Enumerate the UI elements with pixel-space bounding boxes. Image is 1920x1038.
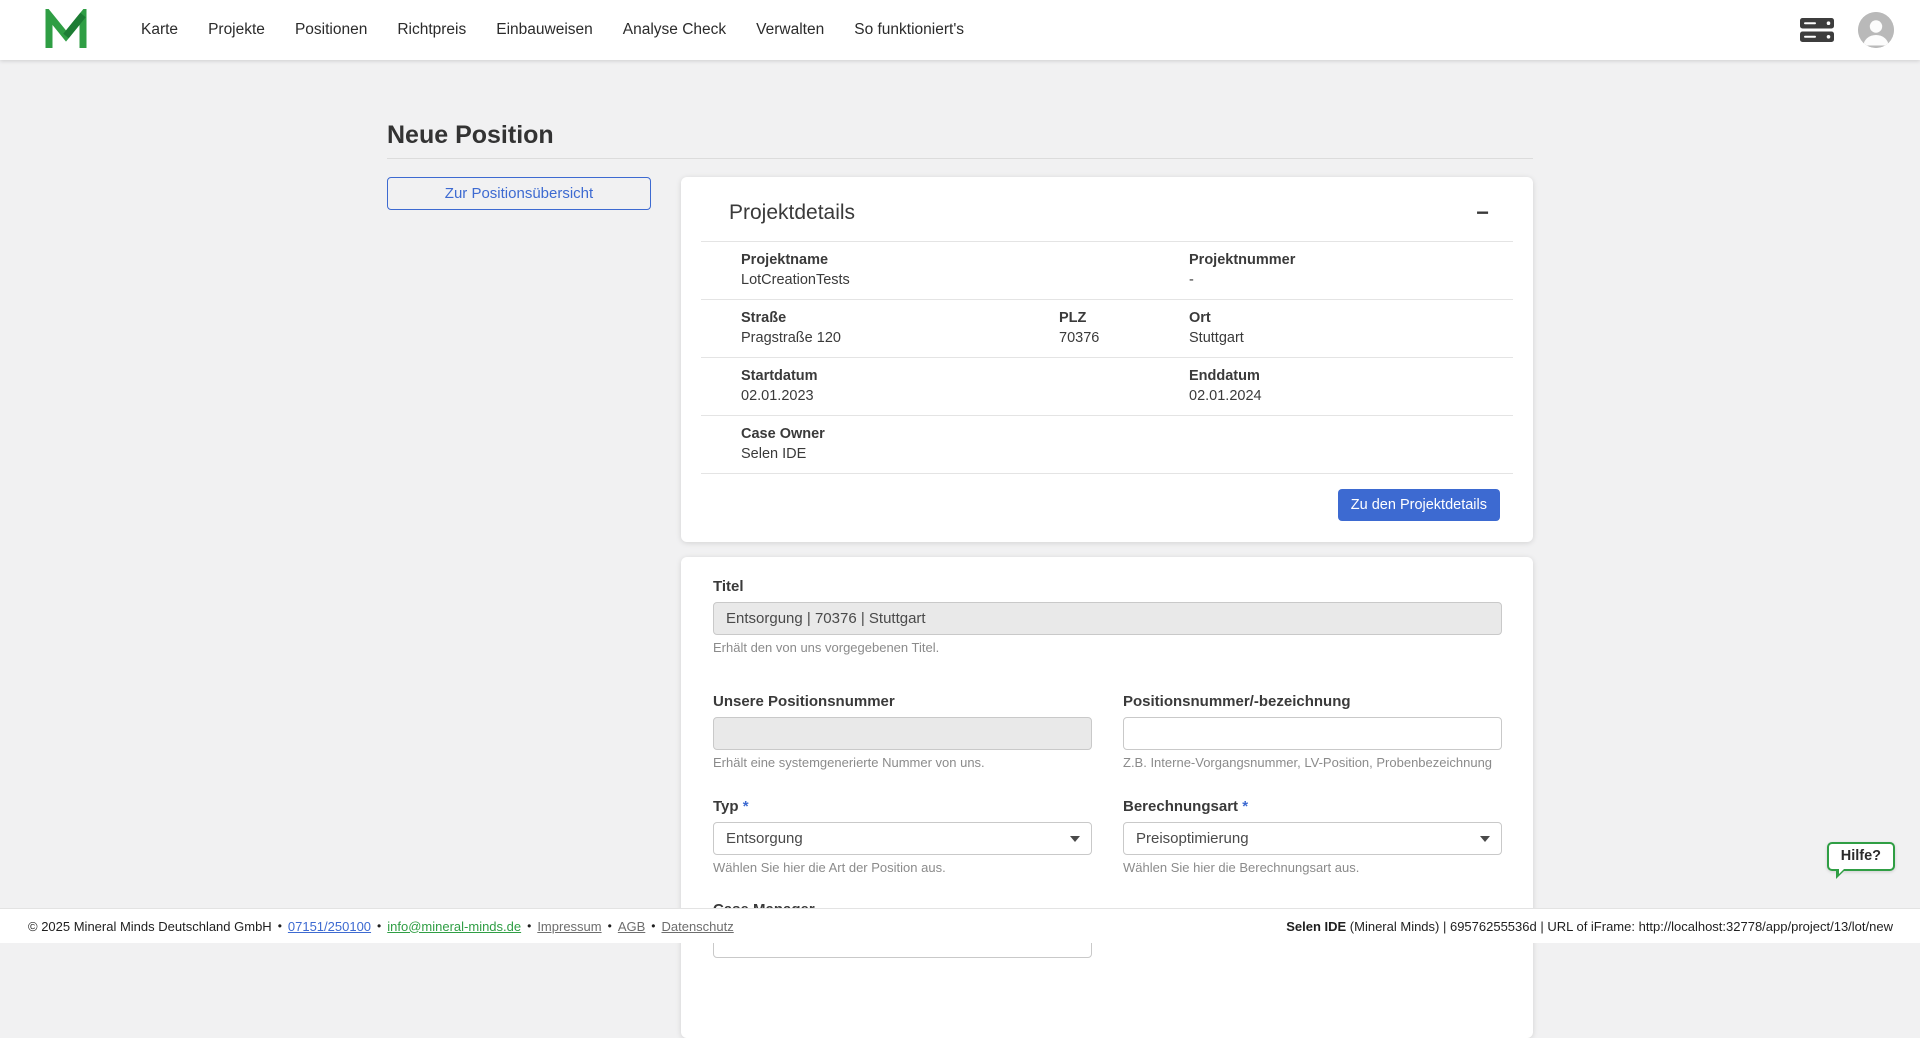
copyright-text: © 2025 Mineral Minds Deutschland GmbH xyxy=(28,919,272,934)
projektname-label: Projektname xyxy=(741,250,1189,270)
back-to-positions-button[interactable]: Zur Positionsübersicht xyxy=(387,177,651,210)
enddatum-value: 02.01.2024 xyxy=(1189,386,1503,406)
startdatum-value: 02.01.2023 xyxy=(741,386,1189,406)
unsere-positionsnummer-field-group: Unsere Positionsnummer Erhält eine syste… xyxy=(713,693,1092,770)
berechnungsart-select[interactable]: Preisoptimierung xyxy=(1123,822,1502,855)
left-column: Zur Positionsübersicht xyxy=(387,177,651,210)
startdatum-label: Startdatum xyxy=(741,366,1189,386)
required-asterisk: * xyxy=(1242,798,1248,815)
session-user: Selen IDE xyxy=(1286,919,1346,934)
projektnummer-label: Projektnummer xyxy=(1189,250,1503,270)
separator-dot: • xyxy=(651,919,655,933)
help-button-label: Hilfe? xyxy=(1841,848,1881,864)
titel-helper-text: Erhält den von uns vorgegebenen Titel. xyxy=(713,640,1502,655)
nav-item-projekte[interactable]: Projekte xyxy=(193,13,280,47)
enddatum-label: Enddatum xyxy=(1189,366,1503,386)
positionsnummer-label: Positionsnummer/-bezeichnung xyxy=(1123,693,1502,710)
separator-dot: • xyxy=(527,919,531,933)
nav-item-so-funktionierts[interactable]: So funktioniert's xyxy=(839,13,979,47)
to-project-details-button[interactable]: Zu den Projektdetails xyxy=(1338,489,1500,521)
required-asterisk: * xyxy=(743,798,749,815)
help-button[interactable]: Hilfe? xyxy=(1827,842,1895,871)
collapse-card-button[interactable]: − xyxy=(1476,202,1489,224)
project-details-card: Projektdetails − Projektname LotCreation… xyxy=(681,177,1533,542)
typ-select-value: Entsorgung xyxy=(726,830,803,847)
mineral-minds-logo-icon xyxy=(44,9,88,51)
table-row: Case Owner Selen IDE xyxy=(701,415,1513,474)
projektname-value: LotCreationTests xyxy=(741,270,1189,290)
titel-input xyxy=(713,602,1502,635)
unsere-positionsnummer-input xyxy=(713,717,1092,750)
chevron-down-icon xyxy=(1070,836,1080,842)
berechnungsart-label: Berechnungsart * xyxy=(1123,798,1502,815)
berechnungsart-helper-text: Wählen Sie hier die Berechnungsart aus. xyxy=(1123,860,1502,875)
main-navigation: Karte Projekte Positionen Richtpreis Ein… xyxy=(126,13,979,47)
navbar-right-controls xyxy=(1800,12,1894,48)
table-row: Startdatum 02.01.2023 Enddatum 02.01.202… xyxy=(701,357,1513,415)
positionsnummer-input[interactable] xyxy=(1123,717,1502,750)
nav-item-einbauweisen[interactable]: Einbauweisen xyxy=(481,13,608,47)
table-row: Straße Pragstraße 120 PLZ 70376 Ort Stut… xyxy=(701,299,1513,357)
typ-label: Typ * xyxy=(713,798,1092,815)
nav-item-verwalten[interactable]: Verwalten xyxy=(741,13,839,47)
footer: © 2025 Mineral Minds Deutschland GmbH • … xyxy=(0,908,1920,943)
plz-label: PLZ xyxy=(1059,308,1189,328)
case-owner-label: Case Owner xyxy=(741,424,1503,444)
app-logo[interactable] xyxy=(44,8,90,52)
ort-label: Ort xyxy=(1189,308,1503,328)
berechnungsart-select-value: Preisoptimierung xyxy=(1136,830,1249,847)
top-navbar: Karte Projekte Positionen Richtpreis Ein… xyxy=(0,0,1920,60)
typ-select[interactable]: Entsorgung xyxy=(713,822,1092,855)
berechnungsart-field-group: Berechnungsart * Preisoptimierung Wählen… xyxy=(1123,798,1502,875)
unsere-positionsnummer-helper-text: Erhält eine systemgenerierte Nummer von … xyxy=(713,755,1092,770)
email-link[interactable]: info@mineral-minds.de xyxy=(387,919,521,934)
datenschutz-link[interactable]: Datenschutz xyxy=(661,919,733,934)
titel-label: Titel xyxy=(713,578,1502,595)
user-avatar[interactable] xyxy=(1858,12,1894,48)
ort-value: Stuttgart xyxy=(1189,328,1503,348)
nav-item-analyse-check[interactable]: Analyse Check xyxy=(608,13,741,47)
nav-item-karte[interactable]: Karte xyxy=(126,13,193,47)
plz-value: 70376 xyxy=(1059,328,1189,348)
footer-links: © 2025 Mineral Minds Deutschland GmbH • … xyxy=(28,919,734,934)
typ-helper-text: Wählen Sie hier die Art der Position aus… xyxy=(713,860,1092,875)
separator-dot: • xyxy=(608,919,612,933)
unsere-positionsnummer-label: Unsere Positionsnummer xyxy=(713,693,1092,710)
server-icon[interactable] xyxy=(1800,17,1834,43)
title-divider xyxy=(387,158,1533,159)
person-icon xyxy=(1858,12,1894,48)
strasse-label: Straße xyxy=(741,308,1059,328)
table-row: Projektname LotCreationTests Projektnumm… xyxy=(701,241,1513,299)
session-info: Selen IDE (Mineral Minds) | 69576255536d… xyxy=(1286,919,1893,934)
phone-link[interactable]: 07151/250100 xyxy=(288,919,371,934)
projektnummer-value: - xyxy=(1189,270,1503,290)
page-title: Neue Position xyxy=(387,120,1533,150)
titel-field-group: Titel Erhält den von uns vorgegebenen Ti… xyxy=(713,578,1502,655)
session-details: (Mineral Minds) | 69576255536d | URL of … xyxy=(1346,919,1893,934)
nav-item-positionen[interactable]: Positionen xyxy=(280,13,382,47)
project-card-title: Projektdetails xyxy=(729,201,855,225)
impressum-link[interactable]: Impressum xyxy=(537,919,601,934)
new-position-form-card: Titel Erhält den von uns vorgegebenen Ti… xyxy=(681,557,1533,1038)
strasse-value: Pragstraße 120 xyxy=(741,328,1059,348)
typ-field-group: Typ * Entsorgung Wählen Sie hier die Art… xyxy=(713,798,1092,875)
separator-dot: • xyxy=(377,919,381,933)
agb-link[interactable]: AGB xyxy=(618,919,645,934)
chevron-down-icon xyxy=(1480,836,1490,842)
positionsnummer-field-group: Positionsnummer/-bezeichnung Z.B. Intern… xyxy=(1123,693,1502,770)
separator-dot: • xyxy=(278,919,282,933)
nav-item-richtpreis[interactable]: Richtpreis xyxy=(382,13,481,47)
positionsnummer-helper-text: Z.B. Interne-Vorgangsnummer, LV-Position… xyxy=(1123,755,1502,770)
main-content: Neue Position Zur Positionsübersicht Pro… xyxy=(387,60,1533,1038)
case-owner-value: Selen IDE xyxy=(741,444,1503,464)
project-details-table: Projektname LotCreationTests Projektnumm… xyxy=(701,241,1513,474)
